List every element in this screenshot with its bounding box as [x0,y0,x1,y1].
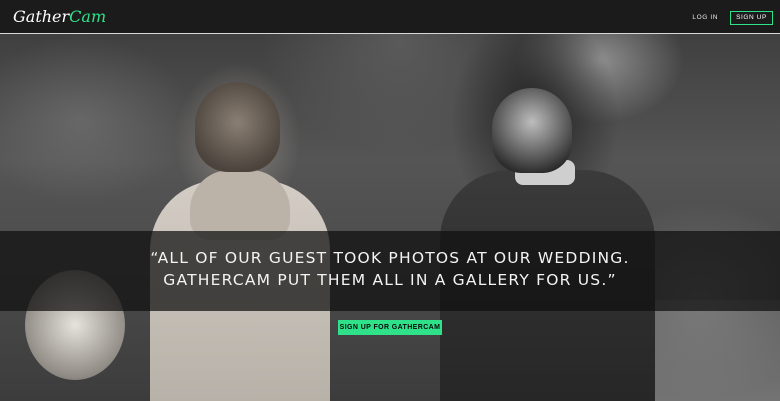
login-link[interactable]: LOG IN [688,14,722,21]
logo-text-suffix: Cam [69,7,107,26]
top-nav-bar: GatherCam LOG IN SIGN UP [0,0,780,34]
quote-line-1: “ALL OF OUR GUEST TOOK PHOTOS AT OUR WED… [150,249,630,267]
signup-button[interactable]: SIGN UP [730,10,773,25]
bride-back [190,170,290,240]
hero-background-photo [0,0,780,401]
landing-page: GatherCam LOG IN SIGN UP “ALL OF OUR GUE… [0,0,780,401]
bride-hair [195,82,280,172]
testimonial-quote: “ALL OF OUR GUEST TOOK PHOTOS AT OUR WED… [0,247,780,291]
gathercam-logo[interactable]: GatherCam [13,5,106,29]
nav-links: LOG IN SIGN UP [688,10,773,25]
quote-line-2: GATHERCAM PUT THEM ALL IN A GALLERY FOR … [163,271,617,289]
logo-text-prefix: Gather [13,7,70,26]
signup-cta-button[interactable]: SIGN UP FOR GATHERCAM [338,320,442,335]
groom-head [492,88,572,173]
